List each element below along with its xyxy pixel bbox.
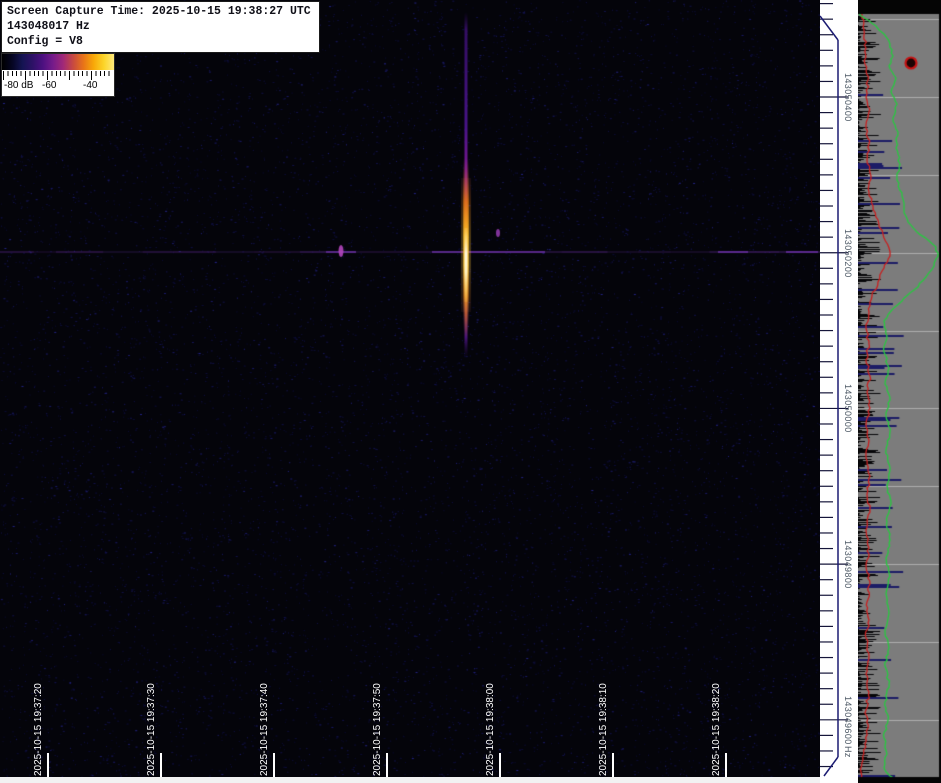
frequency-text: 143048017 Hz <box>7 19 315 34</box>
frequency-label: 143049800 <box>843 540 853 589</box>
colorbar-label-40: -40 <box>83 80 97 91</box>
colorbar-gradient <box>2 54 114 70</box>
capture-info-box: Screen Capture Time: 2025-10-15 19:38:27… <box>1 1 320 53</box>
waterfall-spectrogram[interactable] <box>0 0 820 783</box>
frequency-label: 143050000 <box>843 384 853 433</box>
config-text: Config = V8 <box>7 34 315 49</box>
colorbar-label-60: -60 <box>42 80 56 91</box>
spectrum-graph[interactable] <box>858 0 941 783</box>
frequency-axis: 143050400 143050200 143050000 143049800 1430… <box>820 0 858 783</box>
speclab-display: 2025-10-15 19:37:202025-10-15 19:37:3020… <box>0 0 941 783</box>
colorbar-label-80db: -80 dB <box>4 80 33 91</box>
colorbar-ticks <box>3 71 113 80</box>
capture-time-text: Screen Capture Time: 2025-10-15 19:38:27… <box>7 4 315 19</box>
color-scale-legend: -80 dB -60 -40 <box>1 53 115 97</box>
frequency-label: 143050400 <box>843 73 853 122</box>
frequency-label: 143050200 <box>843 229 853 278</box>
waterfall-bottom-border <box>0 777 858 783</box>
frequency-unit-label: Hz <box>843 746 853 758</box>
colorbar-labels: -80 dB -60 -40 <box>2 80 114 94</box>
frequency-label: 143049600 <box>843 696 853 745</box>
